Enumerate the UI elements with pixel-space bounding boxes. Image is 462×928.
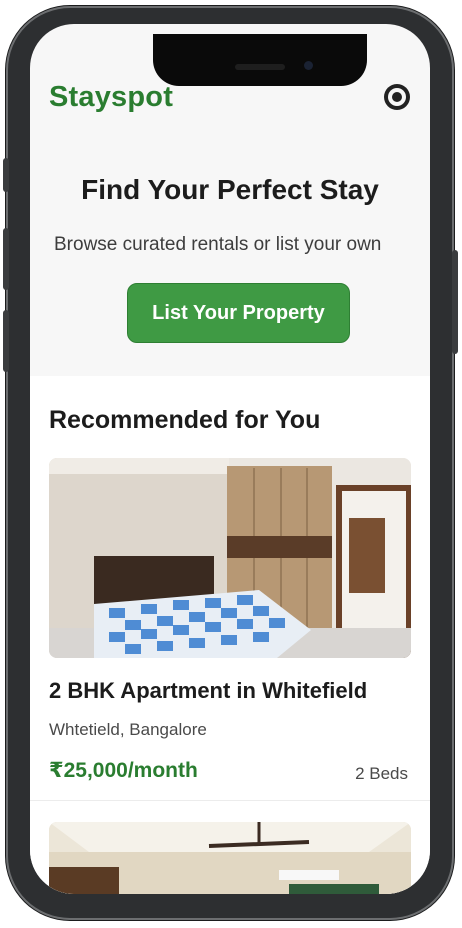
settings-icon-ring — [388, 88, 406, 106]
phone-power-button — [452, 250, 458, 354]
listing-location: Whtetield, Bangalore — [49, 720, 207, 739]
hero-subtitle: Browse curated rentals or list your own — [54, 234, 382, 255]
settings-icon[interactable] — [384, 84, 410, 110]
listing-photo-next[interactable] — [49, 822, 411, 894]
listing-title[interactable]: 2 BHK Apartment in Whitefield — [49, 678, 367, 704]
list-property-button[interactable]: List Your Property — [127, 283, 350, 343]
front-camera — [304, 61, 313, 70]
section-title: Recommended for You — [49, 406, 321, 434]
recommended-section: Recommended for You 2 BHK Apartment in W… — [30, 376, 430, 894]
phone-side-button — [3, 158, 9, 192]
phone-notch — [153, 34, 367, 86]
listing-beds: 2 Beds — [355, 764, 408, 783]
listing-divider — [30, 800, 430, 801]
phone-volume-down-button — [3, 310, 9, 372]
settings-icon-center — [392, 92, 402, 102]
phone-volume-up-button — [3, 228, 9, 290]
room-photo — [49, 822, 411, 894]
bedroom-photo — [49, 458, 411, 658]
listing-price: ₹25,000/month — [49, 759, 198, 782]
app-screen: Stayspot Find Your Perfect Stay Browse c… — [30, 24, 430, 894]
listing-photo[interactable] — [49, 458, 411, 658]
hero-title: Find Your Perfect Stay — [81, 174, 379, 205]
brand-logo[interactable]: Stayspot — [49, 81, 173, 114]
